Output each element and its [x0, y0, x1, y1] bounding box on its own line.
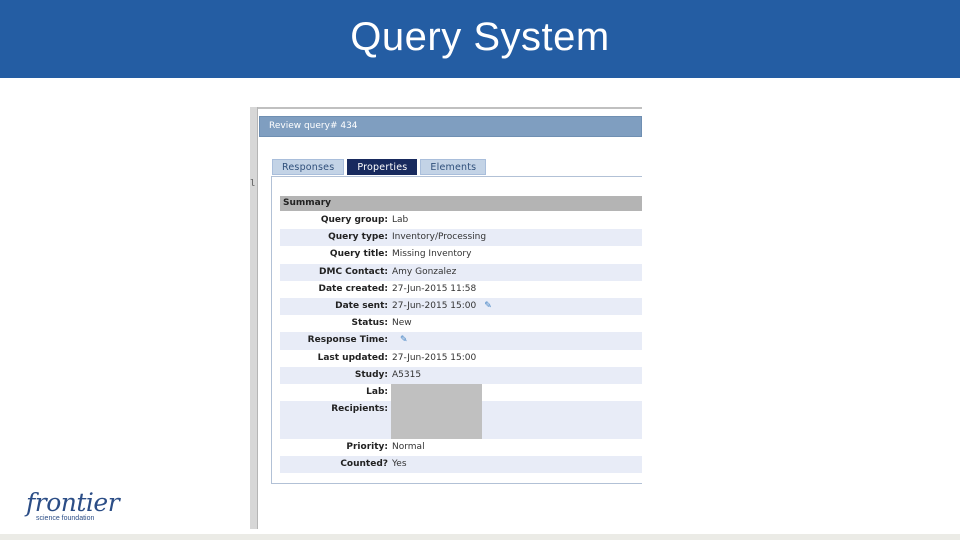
table-row: DMC Contact: Amy Gonzalez: [280, 263, 642, 281]
field-label: DMC Contact:: [319, 266, 388, 277]
bottom-strip: [0, 534, 960, 540]
tab-bar: Responses Properties Elements: [272, 159, 487, 177]
field-label: Counted?: [340, 459, 388, 470]
field-label: Date created:: [318, 283, 388, 294]
table-row: Date sent: 27-Jun-2015 15:00 ✎: [280, 297, 642, 316]
table-row: Date created: 27-Jun-2015 11:58: [280, 281, 642, 298]
query-screenshot: lc Review query# 434 Responses Propertie…: [250, 107, 642, 529]
field-value: Yes: [392, 459, 407, 470]
field-value: 27-Jun-2015 15:00 ✎: [392, 298, 492, 315]
field-value: A5315: [392, 369, 422, 380]
field-value: Missing Inventory: [392, 249, 472, 260]
field-label: Lab:: [366, 386, 388, 397]
summary-heading: Summary: [280, 196, 642, 211]
field-value: 27-Jun-2015 15:00: [392, 352, 477, 363]
screenshot-left-sidebar: lc: [250, 107, 258, 529]
field-label: Study:: [354, 369, 388, 380]
field-label: Response Time:: [307, 335, 388, 346]
field-value: Inventory/Processing: [392, 232, 487, 243]
redacted-box: [391, 384, 482, 439]
frontier-logo: frontier science foundation: [26, 488, 120, 526]
field-label: Query group:: [320, 215, 388, 225]
logo-wordmark: frontier: [26, 488, 120, 517]
tab-elements[interactable]: Elements: [420, 159, 487, 175]
field-value: New: [392, 318, 412, 329]
table-row: Query type: Inventory/Processing: [280, 229, 642, 247]
field-value: Amy Gonzalez: [392, 266, 457, 277]
slide-title: Query System: [350, 14, 610, 59]
pencil-icon[interactable]: ✎: [400, 332, 408, 349]
field-label: Query title:: [329, 249, 388, 260]
tab-properties[interactable]: Properties: [347, 159, 418, 175]
table-row: Query group: Lab: [280, 212, 642, 229]
field-label: Date sent:: [335, 300, 388, 311]
field-label: Priority:: [346, 442, 388, 453]
tab-responses[interactable]: Responses: [272, 159, 345, 175]
logo-subtitle: science foundation: [36, 515, 95, 522]
table-row: Status: New: [280, 315, 642, 332]
sidebar-fragment-text: lc: [250, 179, 256, 189]
field-value: Lab: [392, 215, 409, 225]
field-value: Normal: [392, 442, 425, 453]
table-row: Counted? Yes: [280, 456, 642, 474]
field-label: Status:: [351, 318, 388, 329]
field-label: Recipients:: [331, 404, 388, 415]
review-query-titlebar: Review query# 434: [259, 116, 642, 137]
table-row: Response Time: ✎: [280, 332, 642, 350]
table-row: Study: A5315: [280, 366, 642, 384]
table-row: Query title: Missing Inventory: [280, 246, 642, 263]
date-sent-value: 27-Jun-2015 15:00: [392, 300, 477, 311]
table-row: Priority: Normal: [280, 439, 642, 456]
field-label: Query type:: [328, 232, 388, 243]
pencil-icon[interactable]: ✎: [484, 301, 492, 311]
slide-header: Query System: [0, 0, 960, 78]
table-row: Last updated: 27-Jun-2015 15:00: [280, 350, 642, 367]
field-label: Last updated:: [317, 352, 388, 363]
screenshot-top-border: [258, 107, 642, 109]
field-value: 27-Jun-2015 11:58: [392, 283, 477, 294]
